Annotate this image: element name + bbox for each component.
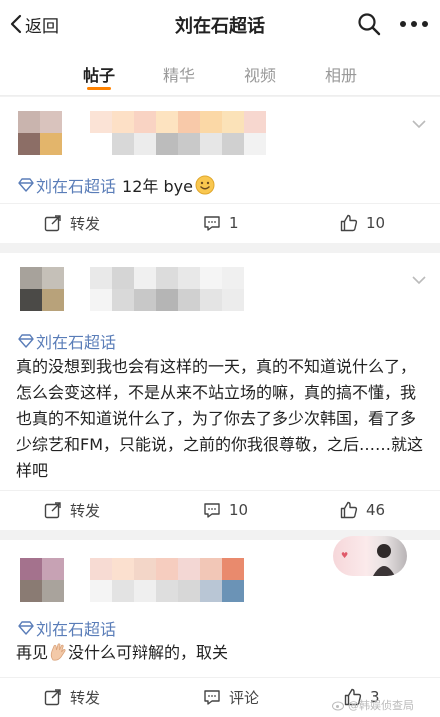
post-card-2: 刘在石超话 真的没想到我也会有这样的一天，真的不知道说什么了，怎么会变这样，不是… — [0, 253, 440, 530]
diamond-icon — [18, 334, 34, 348]
avatar-mosaic — [20, 267, 64, 311]
like-button[interactable]: 46 — [340, 499, 385, 521]
comment-button[interactable]: 10 — [203, 499, 248, 521]
profile-banner-thumbnail: ♥ — [333, 536, 407, 576]
diamond-icon — [18, 621, 34, 635]
chevron-down-icon[interactable] — [412, 119, 426, 129]
username-mosaic — [90, 111, 266, 155]
thumbs-up-icon — [340, 501, 358, 519]
repost-icon — [44, 689, 61, 706]
smile-emoji-icon — [195, 175, 215, 195]
tab-album[interactable]: 相册 — [325, 62, 357, 86]
topic-link[interactable]: 刘在石超话 — [18, 173, 116, 197]
topic-label: 刘在石超话 — [36, 620, 117, 639]
comment-button[interactable]: 评论 — [203, 686, 259, 708]
username-mosaic — [90, 558, 244, 602]
username-mosaic — [90, 267, 244, 311]
search-icon[interactable] — [357, 12, 381, 36]
post-actions: 转发 1 10 — [0, 203, 440, 241]
repost-button[interactable]: 转发 — [44, 212, 100, 234]
avatar-mosaic — [18, 111, 62, 155]
active-tab-indicator — [87, 87, 111, 90]
comment-button[interactable]: 1 — [203, 212, 239, 234]
topic-label: 刘在石超话 — [36, 177, 117, 196]
tab-bar: 帖子 精华 视频 相册 — [0, 48, 440, 96]
topic-link[interactable]: 刘在石超话 — [18, 329, 116, 353]
post-text: 12年 bye — [122, 177, 193, 196]
post-card-1: 刘在石超话 12年 bye 转发 1 10 — [0, 97, 440, 243]
topic-link[interactable]: 刘在石超话 — [18, 616, 116, 640]
avatar-mosaic — [20, 558, 64, 602]
repost-icon — [44, 502, 61, 519]
diamond-icon — [18, 178, 34, 192]
topic-label: 刘在石超话 — [36, 333, 117, 352]
post-text: 再见 没什么可辩解的，取关 — [16, 643, 229, 662]
svg-text:♥: ♥ — [341, 551, 348, 560]
comment-icon — [204, 216, 220, 231]
comment-icon — [204, 690, 220, 705]
watermark: @韩娱侦查局 — [332, 697, 414, 713]
post-text: 真的没想到我也会有这样的一天，真的不知道说什么了，怎么会变这样，不是从来不站立场… — [16, 357, 424, 480]
post-card-3: ♥ 刘在石超话 再见 没什么可辩解的，取关 转发 评论 3 — [0, 536, 440, 717]
repost-button[interactable]: 转发 — [44, 499, 100, 521]
chevron-down-icon[interactable] — [412, 275, 426, 285]
like-button[interactable]: 10 — [340, 212, 385, 234]
top-bar: 返回 刘在石超话 — [0, 0, 440, 48]
tab-featured[interactable]: 精华 — [163, 62, 195, 86]
comment-icon — [204, 503, 220, 518]
repost-icon — [44, 215, 61, 232]
thumbs-up-icon — [340, 214, 358, 232]
weibo-logo-icon — [332, 701, 344, 711]
post-actions: 转发 10 46 — [0, 490, 440, 528]
tab-posts[interactable]: 帖子 — [83, 62, 115, 86]
tab-videos[interactable]: 视频 — [244, 62, 276, 86]
repost-button[interactable]: 转发 — [44, 686, 100, 708]
person-icon: ♥ — [341, 544, 395, 576]
more-icon[interactable] — [399, 20, 429, 28]
wave-emoji-icon — [50, 643, 66, 661]
